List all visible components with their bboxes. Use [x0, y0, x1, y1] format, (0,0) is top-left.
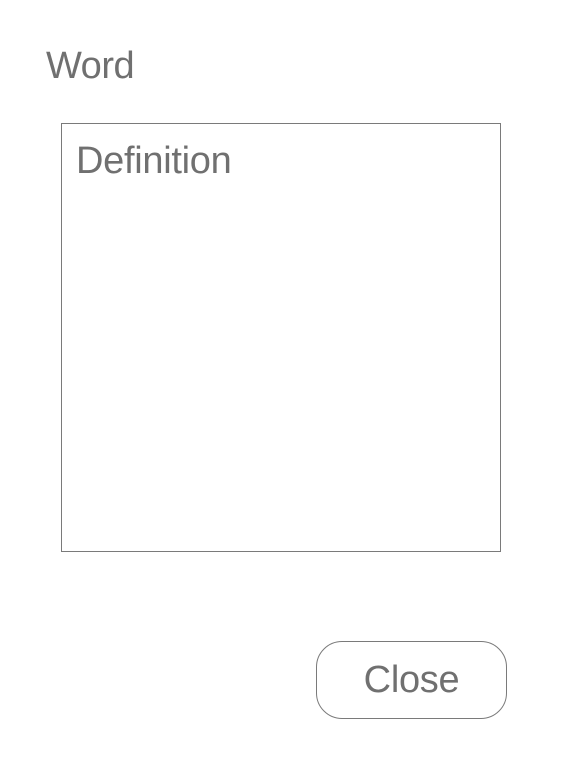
close-button-label: Close — [363, 659, 460, 701]
close-button[interactable]: Close — [316, 641, 507, 719]
definition-text: Definition — [76, 140, 232, 182]
word-title: Word — [46, 45, 135, 87]
definition-box: Definition — [61, 123, 501, 552]
